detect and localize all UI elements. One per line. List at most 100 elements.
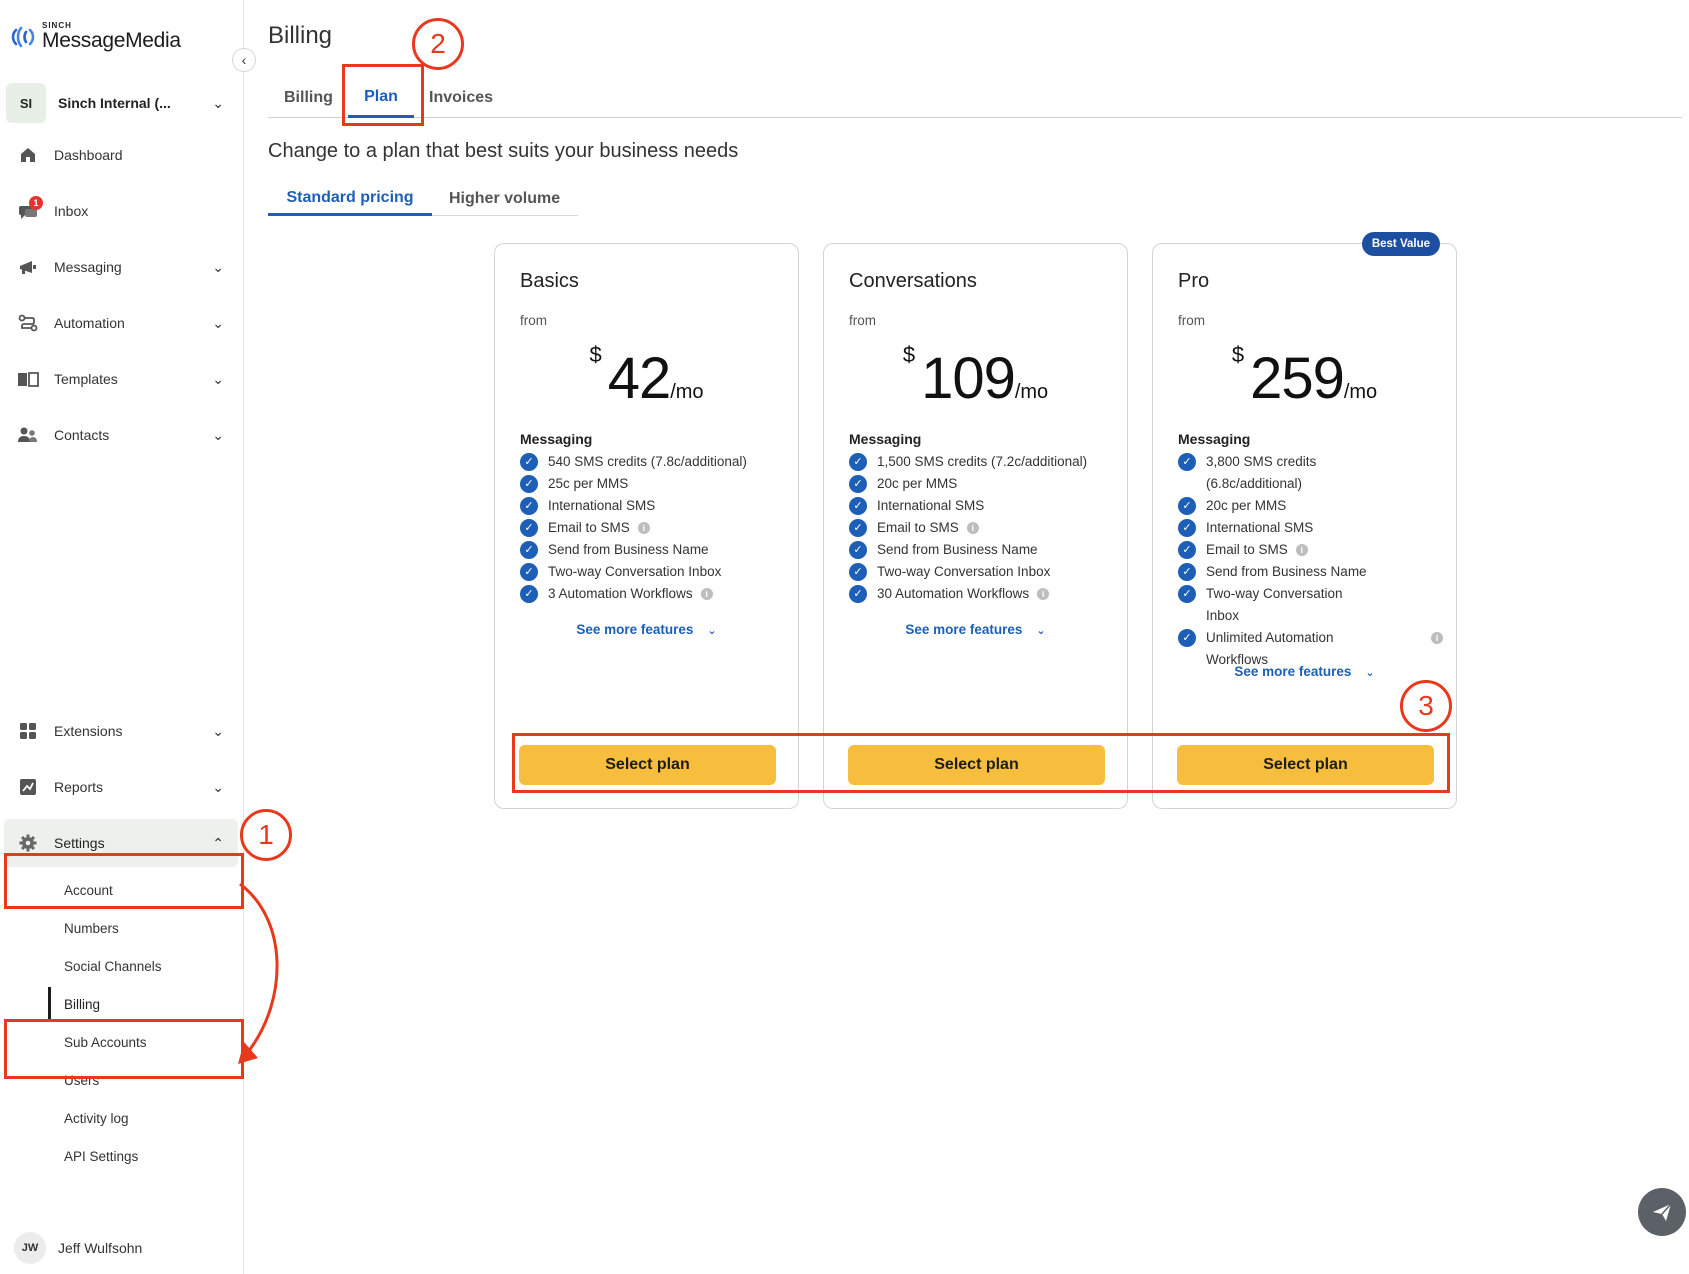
info-icon[interactable]: i: [1295, 544, 1308, 556]
feature-text: Two-way Conversation Inbox: [877, 564, 1051, 579]
chevron-left-icon: ‹: [241, 52, 247, 68]
feature-text: Email to SMS: [1206, 542, 1288, 557]
chart-icon: [16, 775, 40, 799]
settings-sub-activity-log[interactable]: Activity log: [48, 1101, 238, 1135]
sidebar-item-templates[interactable]: Templates ⌄: [4, 355, 238, 403]
sidebar-label-messaging: Messaging: [54, 259, 122, 275]
settings-sub-api-settings[interactable]: API Settings: [48, 1139, 238, 1173]
sidebar-item-extensions[interactable]: Extensions ⌄: [4, 707, 238, 755]
home-icon: [16, 143, 40, 167]
feature-item: ✓ International SMS: [1178, 517, 1378, 539]
annotation-number-3: 3: [1400, 680, 1452, 732]
feature-item: ✓ Send from Business Name: [1178, 561, 1378, 583]
chevron-down-icon: ⌄: [212, 258, 224, 275]
plan-name: Pro: [1178, 270, 1210, 292]
feature-item: ✓ International SMS: [849, 495, 1114, 517]
see-more-label: See more features: [576, 622, 694, 637]
annotation-number-2: 2: [412, 18, 464, 70]
sidebar-item-inbox[interactable]: 1 Inbox: [4, 187, 238, 235]
feature-item: ✓ Email to SMS i: [849, 517, 1114, 539]
currency-symbol: $: [1231, 342, 1245, 367]
sidebar-item-contacts[interactable]: Contacts ⌄: [4, 411, 238, 459]
settings-sub-billing[interactable]: Billing: [48, 987, 238, 1021]
sidebar-label-extensions: Extensions: [54, 723, 123, 739]
feature-item: ✓ International SMS: [520, 495, 785, 517]
feature-text: 20c per MMS: [877, 476, 958, 491]
sidebar-label-reports: Reports: [54, 779, 104, 795]
feature-item: ✓ 30 Automation Workflows i: [849, 583, 1114, 605]
feature-text: International SMS: [1206, 520, 1314, 535]
feature-item: ✓ 3,800 SMS credits (6.8c/additional): [1178, 451, 1378, 495]
check-circle-icon: ✓: [1178, 541, 1196, 559]
gear-icon: [16, 831, 40, 855]
tab-standard-pricing[interactable]: Standard pricing: [268, 182, 432, 216]
see-more-features-link[interactable]: See more features ⌄: [1153, 664, 1456, 679]
tab-higher-volume[interactable]: Higher volume: [449, 182, 560, 216]
sidebar-item-messaging[interactable]: Messaging ⌄: [4, 243, 238, 291]
plan-from-label: from: [849, 313, 876, 328]
account-switcher[interactable]: SI Sinch Internal (... ⌄: [4, 82, 238, 124]
see-more-features-link[interactable]: See more features ⌄: [824, 622, 1127, 637]
plan-from-label: from: [520, 313, 547, 328]
plan-price: $259/mo: [1153, 342, 1456, 412]
feature-text: 3,800 SMS credits (6.8c/additional): [1206, 454, 1317, 491]
feature-item: ✓ 1,500 SMS credits (7.2c/additional): [849, 451, 1114, 473]
plan-subtitle: Change to a plan that best suits your bu…: [268, 140, 739, 162]
best-value-badge: Best Value: [1361, 232, 1440, 256]
sidebar-item-dashboard[interactable]: Dashboard: [4, 131, 238, 179]
plan-card-conversations: Conversations from $109/mo Messaging ✓ 1,…: [823, 243, 1128, 809]
feature-text: Two-way Conversation Inbox: [1206, 586, 1343, 623]
tab-invoices[interactable]: Invoices: [429, 78, 493, 118]
account-name: Sinch Internal (...: [58, 95, 171, 111]
chevron-down-icon: ⌄: [1036, 625, 1046, 637]
features-heading: Messaging: [1178, 431, 1251, 447]
chevron-down-icon: ⌄: [212, 94, 224, 111]
check-circle-icon: ✓: [520, 497, 538, 515]
book-icon: [16, 367, 40, 391]
people-icon: [16, 423, 40, 447]
sidebar: SINCH MessageMedia SI Sinch Internal (..…: [0, 0, 244, 1274]
sidebar-label-settings: Settings: [54, 835, 105, 851]
check-circle-icon: ✓: [1178, 453, 1196, 471]
info-icon[interactable]: i: [1037, 588, 1050, 600]
tab-billing[interactable]: Billing: [284, 78, 333, 118]
sidebar-item-automation[interactable]: Automation ⌄: [4, 299, 238, 347]
chat-bubbles-icon: 1: [16, 196, 43, 223]
sidebar-label-templates: Templates: [54, 371, 118, 387]
check-circle-icon: ✓: [1178, 563, 1196, 581]
feature-item: ✓ Two-way Conversation Inbox: [520, 561, 785, 583]
chevron-down-icon: ⌄: [212, 314, 224, 331]
features-heading: Messaging: [520, 431, 593, 447]
chevron-down-icon: ⌄: [212, 778, 224, 795]
price-amount: 42: [607, 346, 672, 411]
user-name: Jeff Wulfsohn: [58, 1240, 143, 1256]
price-amount: 109: [921, 346, 1016, 411]
feature-text: International SMS: [877, 498, 985, 513]
collapse-sidebar-button[interactable]: ‹: [232, 48, 256, 72]
chat-launcher-button[interactable]: [1638, 1188, 1686, 1236]
sidebar-label-contacts: Contacts: [54, 427, 110, 443]
check-circle-icon: ✓: [520, 563, 538, 581]
settings-sub-social-channels[interactable]: Social Channels: [48, 949, 238, 983]
plan-card-basics: Basics from $42/mo Messaging ✓ 540 SMS cr…: [494, 243, 799, 809]
info-icon[interactable]: i: [637, 522, 650, 534]
feature-text: Send from Business Name: [548, 542, 709, 557]
settings-sub-numbers[interactable]: Numbers: [48, 911, 238, 945]
currency-symbol: $: [589, 342, 602, 367]
account-avatar: SI: [6, 83, 46, 123]
feature-text: Send from Business Name: [1206, 564, 1367, 579]
info-icon[interactable]: i: [1431, 632, 1443, 644]
sidebar-item-reports[interactable]: Reports ⌄: [4, 763, 238, 811]
check-circle-icon: ✓: [520, 475, 538, 493]
info-icon[interactable]: i: [966, 522, 979, 534]
info-icon[interactable]: i: [700, 588, 713, 600]
inbox-unread-badge: 1: [29, 196, 43, 210]
user-profile[interactable]: JW Jeff Wulfsohn: [14, 1232, 142, 1264]
billing-tabs: Billing Plan Invoices: [268, 78, 1682, 118]
feature-item: ✓ Send from Business Name: [849, 539, 1114, 561]
sidebar-label-automation: Automation: [54, 315, 125, 331]
brand-logo[interactable]: SINCH MessageMedia: [10, 22, 181, 51]
see-more-features-link[interactable]: See more features ⌄: [495, 622, 798, 637]
check-circle-icon: ✓: [849, 453, 867, 471]
page-title: Billing: [268, 22, 333, 49]
